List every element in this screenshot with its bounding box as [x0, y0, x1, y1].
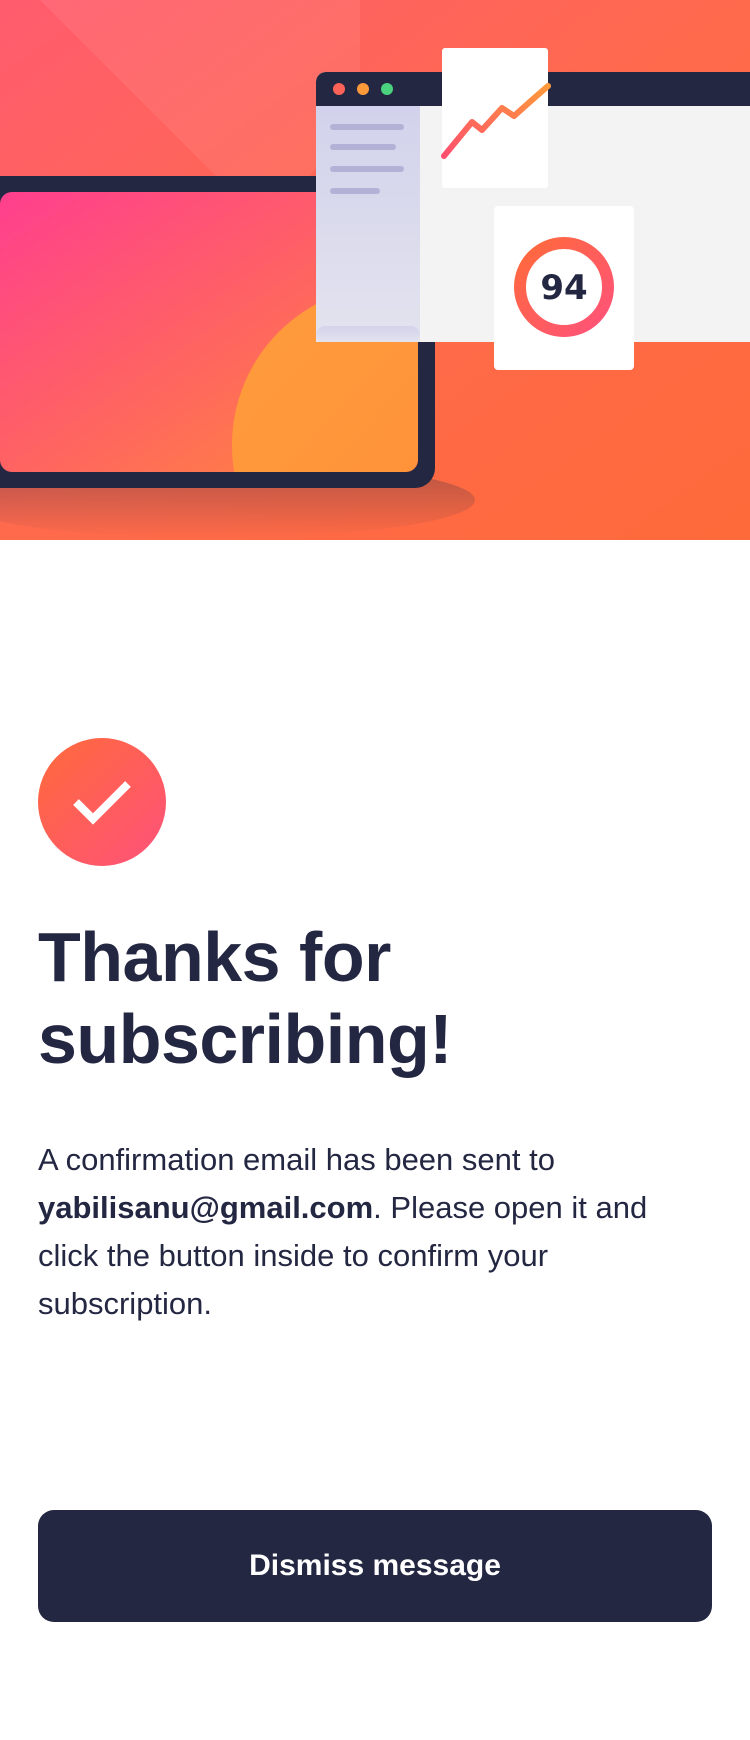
dismiss-message-button[interactable]: Dismiss message: [38, 1510, 712, 1622]
message-prefix: A confirmation email has been sent to: [38, 1142, 555, 1177]
check-icon: [73, 781, 131, 825]
hero-illustration-graphic: 94: [0, 0, 750, 540]
subscriber-email: yabilisanu@gmail.com: [38, 1190, 374, 1225]
success-icon-badge: [38, 738, 166, 866]
success-content: Thanks for subscribing! A confirmation e…: [38, 738, 712, 1328]
hero-illustration: 94: [0, 0, 750, 540]
confirmation-message: A confirmation email has been sent to ya…: [38, 1136, 678, 1328]
page-title: Thanks for subscribing!: [38, 918, 453, 1078]
score-value: 94: [540, 268, 587, 308]
success-page: 94 Thanks for subscribing! A confirmatio…: [0, 0, 750, 1740]
